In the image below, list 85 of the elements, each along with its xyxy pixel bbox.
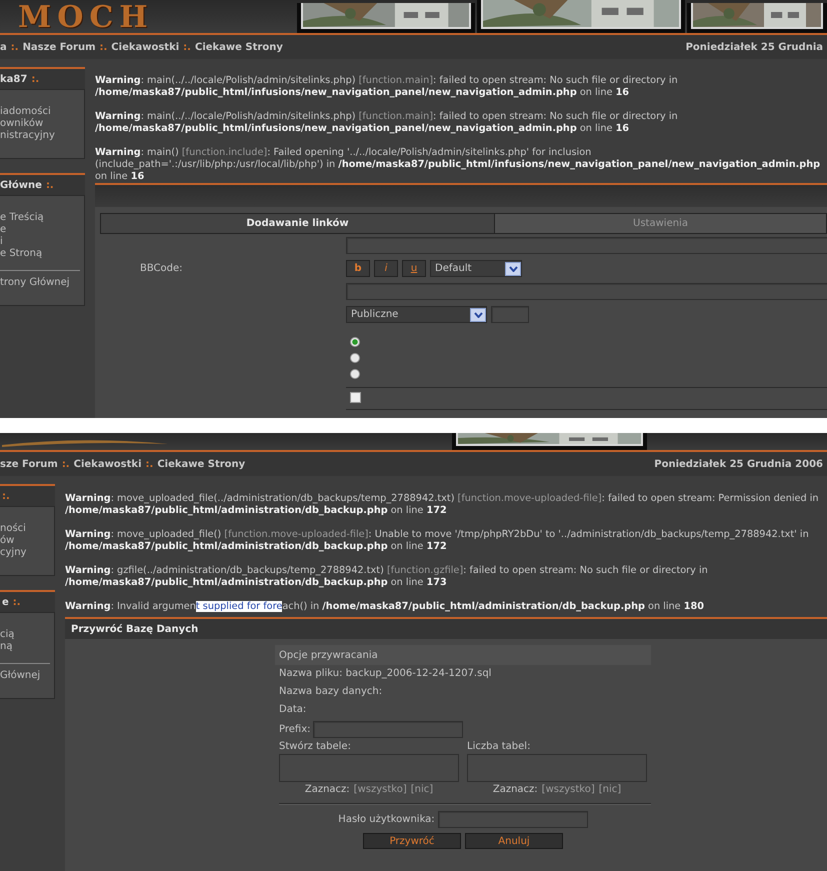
info-text: Nazwa pliku: backup_2006-12-24-1207.sql — [278, 667, 492, 681]
sidebar-link[interactable]: ności — [0, 523, 54, 535]
site-logo[interactable]: MOCH — [18, 3, 154, 33]
select-all-link[interactable]: [wszystko] — [542, 784, 595, 795]
field-label: Stwórz tabele: — [279, 741, 352, 752]
breadcrumb-separator: :. — [99, 42, 108, 52]
select-label: Zaznacz: — [492, 784, 538, 795]
input-field[interactable] — [491, 306, 529, 323]
sidebar-title: Główne — [0, 180, 42, 190]
sidebar-link[interactable]: e — [0, 224, 84, 236]
sidebar-link[interactable]: nistracyjny — [0, 130, 84, 142]
radio-button[interactable] — [350, 353, 360, 363]
select-label: Zaznacz: — [304, 784, 350, 795]
breadcrumb-link[interactable]: sze Forum — [0, 458, 58, 470]
breadcrumb-separator: :. — [183, 42, 191, 52]
radio-button[interactable] — [350, 337, 360, 347]
sidebar-link[interactable]: ną — [0, 641, 54, 653]
date-text: Poniedziałek 25 Grudnia 2006 — [654, 458, 823, 470]
sidebar-link[interactable]: Głównej — [0, 670, 54, 682]
warning-message: Warning: Invalid argument supplied for foreach() in /home/maska87/public_html/administration/db_backup.php on line 180 — [65, 601, 705, 613]
function-link[interactable]: [function.move-uploaded-file] — [224, 529, 368, 540]
format-button[interactable]: b — [346, 260, 370, 277]
sidebar-link[interactable]: cią — [0, 629, 54, 641]
warning-message: Warning: main(../../locale/Polish/admin/sitelinks.php) [function.main]: failed to open stream: No such file or directory in /home/maska87/public_html/infusions/new_navigation_panel/new_navigation_admin.php on line 16 — [95, 111, 679, 135]
section-title: Opcje przywracania — [279, 650, 378, 660]
title-separator: :. — [12, 596, 21, 608]
format-button[interactable]: i — [374, 260, 398, 277]
breadcrumb-link[interactable]: Ciekawostki — [111, 42, 180, 52]
select-none-link[interactable]: [nic] — [598, 784, 622, 795]
function-link[interactable]: [function.main] — [358, 111, 434, 122]
breadcrumb-separator: :. — [146, 458, 154, 470]
checkbox[interactable] — [350, 392, 361, 403]
tab[interactable]: Dodawanie linków — [101, 214, 494, 233]
field-label: BBCode: — [140, 263, 183, 274]
select-all-link[interactable]: [wszystko] — [354, 784, 407, 795]
select-none-link[interactable]: [nic] — [410, 784, 434, 795]
list-box[interactable] — [279, 754, 459, 782]
radio-button[interactable] — [350, 369, 360, 379]
sidebar-title: e — [2, 596, 9, 608]
input-field[interactable] — [346, 237, 827, 254]
function-link[interactable]: [function.main] — [358, 75, 434, 86]
field-label: Hasło użytkownika: — [338, 814, 435, 824]
info-text: Data: — [278, 703, 308, 717]
breadcrumb-link[interactable]: a — [0, 42, 7, 52]
breadcrumb-link[interactable]: Ciekawostki — [74, 458, 142, 470]
breadcrumb-separator: :. — [10, 42, 19, 52]
input-field[interactable] — [346, 283, 827, 300]
password-field[interactable] — [438, 810, 588, 828]
breadcrumb-link[interactable]: Ciekawe Strony — [194, 42, 283, 52]
panel-title: Przywróć Bazę Danych — [71, 624, 198, 634]
warning-message: Warning: move_uploaded_file() [function.move-uploaded-file]: Unable to move '/tmp/phpRY2bDu' to '../administration/db_backups/temp_2788942.txt' in /home/maska87/public_html/administration/db_backup.php on line 172 — [65, 529, 810, 553]
title-separator: :. — [31, 74, 40, 84]
breadcrumb-link[interactable]: Ciekawe Strony — [157, 458, 246, 470]
tab[interactable]: Ustawienia — [494, 214, 826, 233]
title-separator: :. — [2, 490, 10, 502]
breadcrumb-link[interactable]: Nasze Forum — [22, 42, 96, 52]
warning-message: Warning: move_uploaded_file(../administration/db_backups/temp_2788942.txt) [function.move-uploaded-file]: failed to open stream: Permission denied in /home/maska87/public_html/administration/db_backup.php on line 172 — [65, 493, 820, 517]
sidebar-link[interactable]: trony Głównej — [0, 277, 84, 289]
field-label: Prefix: — [279, 724, 310, 734]
form-button[interactable]: Anuluj — [465, 833, 563, 849]
sidebar-link[interactable]: e Treścią — [0, 212, 84, 224]
warning-message: Warning: main() [function.include]: Failed opening '../../locale/Polish/admin/sitelinks.php' for inclusion (include_path='.:/usr/lib/php:/usr/local/lib/php') in /home/maska87/public_html/infusions/new_navigation_panel/new_navigation_admin.php on line 16 — [95, 147, 821, 183]
sidebar-link[interactable]: cyjny — [0, 547, 54, 559]
input-field[interactable] — [313, 720, 464, 738]
warning-message: Warning: main(../../locale/Polish/admin/sitelinks.php) [function.main]: failed to open stream: No such file or directory in /home/maska87/public_html/infusions/new_navigation_panel/new_navigation_admin.php on line 16 — [95, 75, 679, 99]
sidebar-link[interactable]: owników — [0, 118, 84, 130]
form-button[interactable]: Przywróć — [363, 833, 461, 849]
function-link[interactable]: [function.gzfile] — [386, 565, 464, 576]
list-box[interactable] — [467, 754, 647, 782]
font-select[interactable]: Default — [430, 260, 522, 277]
warning-message: Warning: gzfile(../administration/db_backups/temp_2788942.txt) [function.gzfile]: failed to open stream: No such file or directory in /home/maska87/public_html/administration/db_backup.php on line 173 — [65, 565, 709, 589]
sidebar-link[interactable]: iadomości — [0, 106, 84, 118]
title-separator: :. — [46, 180, 54, 190]
sidebar-link[interactable]: e Stroną — [0, 248, 84, 260]
info-text: Nazwa bazy danych: — [278, 685, 384, 699]
function-link[interactable]: [function.include] — [182, 147, 268, 158]
sidebar-link[interactable]: i — [0, 236, 84, 248]
sidebar-title: ka87 — [0, 74, 28, 84]
function-link[interactable]: [function.move-uploaded-file] — [458, 493, 602, 504]
format-button[interactable]: u — [402, 260, 426, 277]
date-text: Poniedziałek 25 Grudnia — [686, 42, 823, 52]
sidebar-link[interactable]: ów — [0, 535, 54, 547]
breadcrumb-separator: :. — [62, 458, 70, 470]
visibility-select[interactable]: Publiczne — [346, 306, 487, 323]
field-label: Liczba tabel: — [467, 741, 532, 752]
